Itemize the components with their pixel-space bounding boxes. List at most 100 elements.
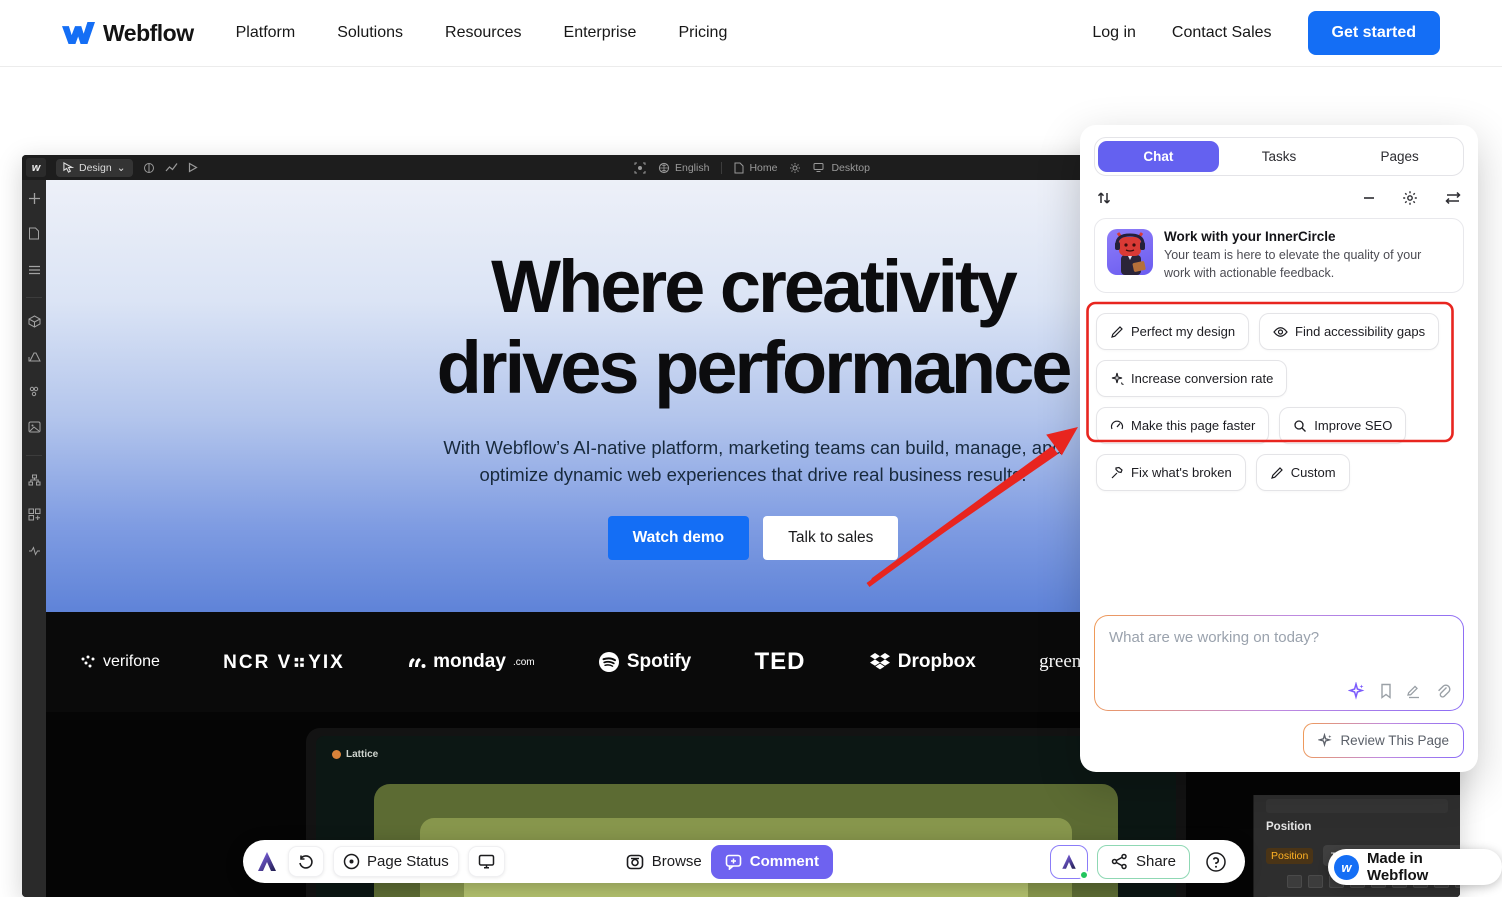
review-this-page-button[interactable]: Review This Page <box>1303 723 1464 758</box>
cms-icon[interactable] <box>143 162 155 174</box>
add-element-icon[interactable] <box>28 192 41 210</box>
divider <box>26 297 42 298</box>
styles-icon[interactable] <box>28 385 40 403</box>
login-link[interactable]: Log in <box>1092 24 1136 42</box>
cursor-icon <box>63 162 74 173</box>
position-section-title: Position <box>1266 821 1311 835</box>
minimize-icon[interactable] <box>1362 191 1376 205</box>
chip-make-this-page-faster[interactable]: Make this page faster <box>1096 407 1269 444</box>
ai-assistant-panel: Chat Tasks Pages <box>1080 125 1478 772</box>
verifone-logo: verifone <box>80 653 160 671</box>
lattice-logo: Lattice <box>332 749 378 760</box>
webflow-logo-icon <box>62 22 95 44</box>
attachment-paperclip-icon[interactable] <box>1435 683 1451 699</box>
apps-icon[interactable] <box>28 508 41 526</box>
globe-icon <box>658 162 670 174</box>
design-mode-dropdown[interactable]: Design ⌄ <box>56 159 133 177</box>
preview-icon[interactable] <box>188 162 198 173</box>
hammer-icon <box>1110 466 1124 480</box>
astro-icon <box>1060 853 1078 871</box>
chip-fix-whats-broken[interactable]: Fix what's broken <box>1096 454 1246 491</box>
question-mark-icon <box>1205 851 1227 873</box>
chip-custom[interactable]: Custom <box>1256 454 1350 491</box>
chip-increase-conversion-rate[interactable]: Increase conversion rate <box>1096 360 1287 397</box>
spotify-icon <box>598 651 620 673</box>
monday-logo: monday.com <box>408 651 535 673</box>
sort-icon[interactable] <box>1096 190 1112 206</box>
chat-input-container <box>1094 615 1464 711</box>
nav-item-enterprise[interactable]: Enterprise <box>564 24 637 42</box>
page-settings-gear-icon[interactable] <box>789 162 801 174</box>
chip-perfect-my-design[interactable]: Perfect my design <box>1096 313 1249 350</box>
navigator-icon[interactable] <box>28 262 41 280</box>
lattice-icon <box>332 750 341 759</box>
contact-sales-link[interactable]: Contact Sales <box>1172 24 1272 42</box>
dropbox-logo: Dropbox <box>869 651 976 673</box>
chat-toolbar <box>1096 190 1462 206</box>
webflow-logo[interactable]: Webflow <box>62 20 194 47</box>
breakpoint-selector[interactable]: Desktop <box>813 162 870 174</box>
device-preview-button[interactable] <box>468 846 505 877</box>
astro-assistant-button[interactable] <box>1050 845 1088 879</box>
spotify-logo: Spotify <box>598 651 691 673</box>
speed-gauge-icon <box>1110 419 1124 433</box>
breakpoint-label: Desktop <box>831 162 870 174</box>
comment-button[interactable]: Comment <box>711 845 833 879</box>
monitor-icon <box>478 854 495 869</box>
help-button[interactable] <box>1199 845 1233 879</box>
verifone-icon <box>80 654 96 670</box>
pencil-icon <box>1110 325 1124 339</box>
analytics-icon[interactable] <box>165 162 178 173</box>
hero-heading-line2: drives performance <box>437 326 1070 409</box>
settings-gear-icon[interactable] <box>1402 190 1418 206</box>
nav-item-resources[interactable]: Resources <box>445 24 521 42</box>
brand-name: Webflow <box>103 20 194 47</box>
refresh-icon <box>298 854 314 870</box>
browse-button[interactable]: Browse <box>626 853 702 870</box>
pages-icon[interactable] <box>28 227 40 245</box>
refresh-button[interactable] <box>288 846 324 877</box>
page-icon <box>734 162 744 174</box>
page-selector[interactable]: Home <box>734 162 777 174</box>
made-in-webflow-badge[interactable]: w Made in Webflow <box>1328 849 1502 885</box>
design-mode-label: Design <box>79 162 112 174</box>
tab-tasks[interactable]: Tasks <box>1219 141 1340 172</box>
divider <box>721 162 722 174</box>
interactions-icon[interactable] <box>28 543 41 561</box>
nav-item-pricing[interactable]: Pricing <box>678 24 727 42</box>
position-property-label[interactable]: Position <box>1266 848 1313 864</box>
assets-icon[interactable] <box>28 420 41 438</box>
style-panel-cut-row <box>1266 799 1448 813</box>
dropbox-icon <box>869 653 891 672</box>
nav-item-platform[interactable]: Platform <box>236 24 296 42</box>
designer-webflow-icon[interactable]: w <box>26 158 46 177</box>
desktop-breakpoint-icon <box>813 162 826 173</box>
talk-to-sales-button[interactable]: Talk to sales <box>763 516 898 560</box>
pencil-icon <box>1270 466 1284 480</box>
ai-sparkle-icon[interactable] <box>1348 682 1366 700</box>
variables-icon[interactable] <box>28 350 41 368</box>
comment-bubble-icon <box>725 854 742 870</box>
bottom-toolbar: Page Status Browse Comment Share <box>243 840 1245 883</box>
focus-icon[interactable] <box>634 162 646 174</box>
tab-chat[interactable]: Chat <box>1098 141 1219 172</box>
swap-panel-icon[interactable] <box>1444 191 1462 205</box>
page-status-button[interactable]: Page Status <box>333 846 459 877</box>
watch-demo-button[interactable]: Watch demo <box>608 516 750 560</box>
tab-pages[interactable]: Pages <box>1339 141 1460 172</box>
status-target-icon <box>343 853 360 870</box>
chip-find-accessibility-gaps[interactable]: Find accessibility gaps <box>1259 313 1439 350</box>
assistant-tabs: Chat Tasks Pages <box>1094 137 1464 176</box>
chip-improve-seo[interactable]: Improve SEO <box>1279 407 1406 444</box>
divider <box>26 455 42 456</box>
astro-logo <box>255 850 279 874</box>
site-tree-icon[interactable] <box>28 473 41 491</box>
get-started-button[interactable]: Get started <box>1308 11 1440 55</box>
innercircle-body: Your team is here to elevate the quality… <box>1164 247 1451 282</box>
nav-item-solutions[interactable]: Solutions <box>337 24 403 42</box>
bookmark-icon[interactable] <box>1379 683 1393 699</box>
locale-selector[interactable]: English <box>658 162 709 174</box>
components-icon[interactable] <box>28 315 41 333</box>
share-button[interactable]: Share <box>1097 845 1190 879</box>
edit-pencil-icon[interactable] <box>1406 684 1422 699</box>
